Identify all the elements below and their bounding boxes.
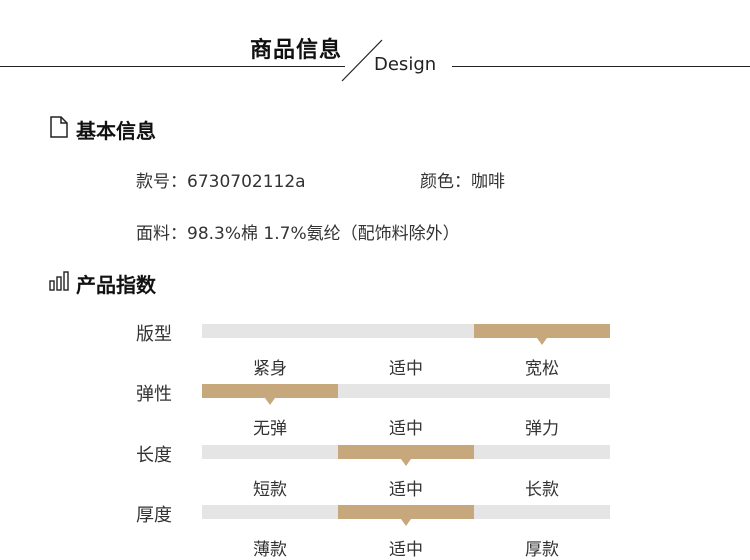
scale-selected-segment: [338, 445, 474, 459]
scale-pointer: [537, 338, 547, 345]
style-number: 款号：6730702112a: [136, 172, 306, 192]
scale-track-elasticity: [202, 384, 610, 405]
scale-track-fit: [202, 324, 610, 345]
page-subtitle: Design: [374, 54, 437, 75]
scale-option: 长款: [525, 480, 559, 500]
scale-option: 薄款: [253, 540, 287, 560]
scale-pointer: [265, 398, 275, 405]
scale-selected-segment: [338, 505, 474, 519]
page-title: 商品信息: [250, 38, 343, 63]
header-divider-left: [0, 66, 345, 67]
scale-option: 无弹: [253, 419, 287, 439]
product-index-heading: 产品指数: [76, 273, 156, 297]
basic-info-heading: 基本信息: [76, 119, 156, 143]
bar-chart-icon: [49, 271, 69, 291]
document-icon: [50, 116, 68, 138]
header-divider-right: [452, 66, 750, 67]
material-value: 面料：98.3%棉 1.7%氨纶（配饰料除外）: [136, 224, 460, 244]
scale-option: 适中: [389, 359, 423, 379]
scale-label-thickness: 厚度: [136, 505, 172, 526]
scale-track-thickness: [202, 505, 610, 526]
scale-option: 宽松: [525, 359, 559, 379]
scale-pointer: [401, 459, 411, 466]
scale-pointer: [401, 519, 411, 526]
scale-label-length: 长度: [136, 445, 172, 466]
scale-selected-segment: [202, 384, 338, 398]
scale-option: 适中: [389, 540, 423, 560]
scale-option: 适中: [389, 480, 423, 500]
scale-option: 弹力: [525, 419, 559, 439]
scale-label-fit: 版型: [136, 324, 172, 345]
scale-selected-segment: [474, 324, 610, 338]
scale-option: 短款: [253, 480, 287, 500]
color-value: 颜色：咖啡: [420, 172, 505, 192]
scale-option: 紧身: [253, 359, 287, 379]
scale-option: 适中: [389, 419, 423, 439]
scale-label-elasticity: 弹性: [136, 384, 172, 405]
scale-track-length: [202, 445, 610, 466]
scale-option: 厚款: [525, 540, 559, 560]
